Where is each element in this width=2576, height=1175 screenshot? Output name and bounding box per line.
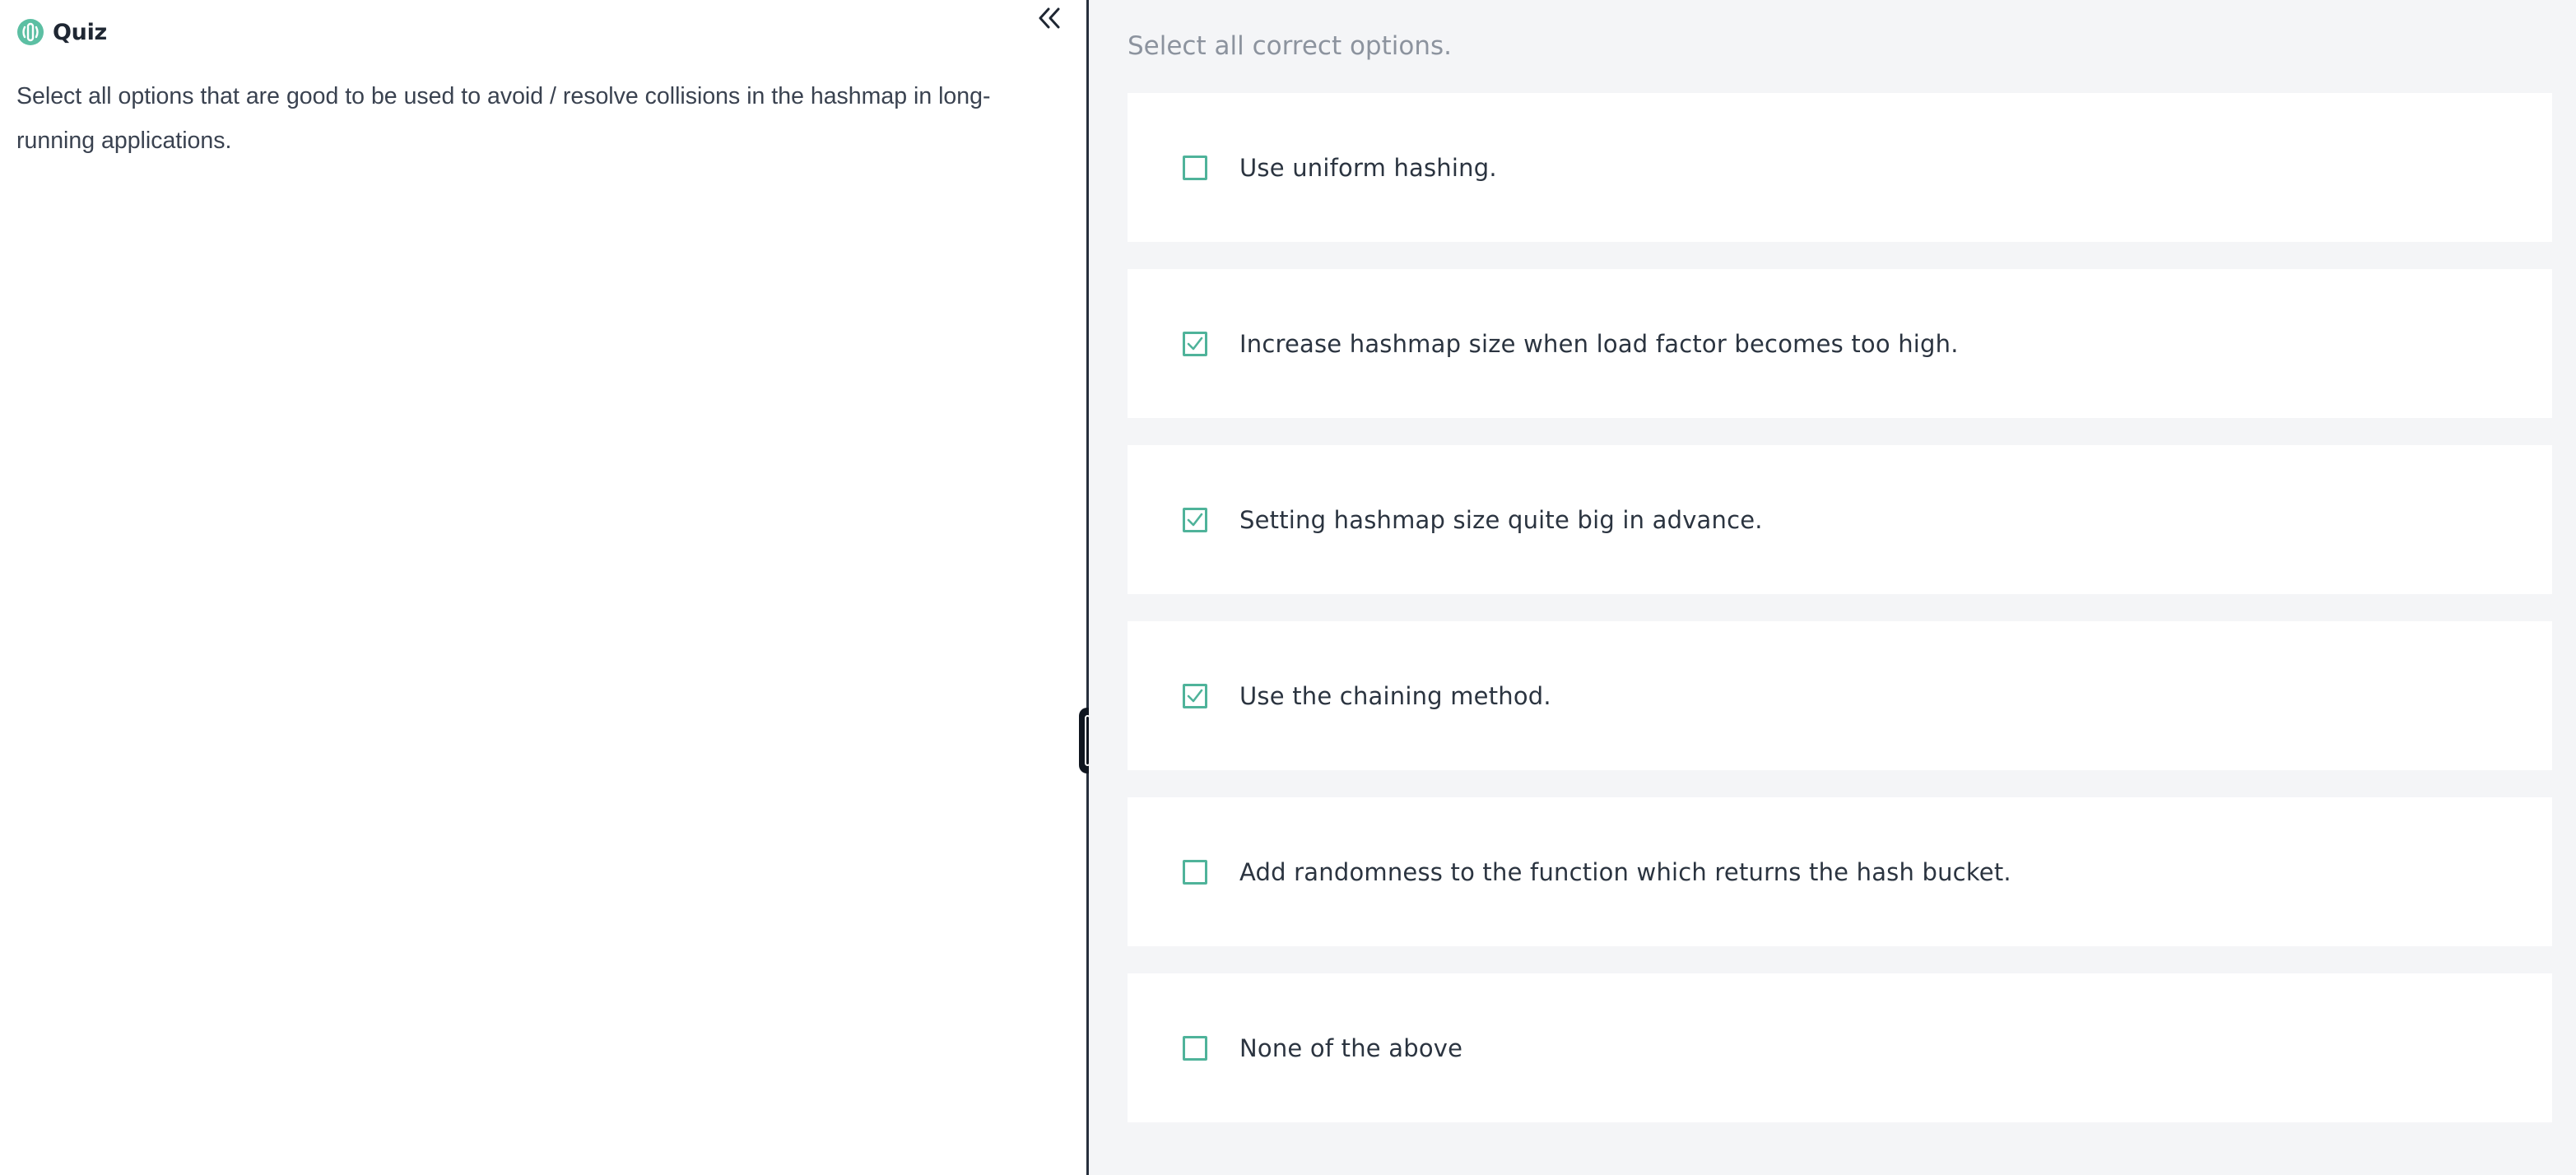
instruction-text: Select all correct options. <box>1128 31 1452 61</box>
option-label: Use uniform hashing. <box>1239 153 1497 182</box>
option-checkbox[interactable] <box>1183 331 1207 356</box>
quiz-title: Quiz <box>53 19 107 45</box>
option-label: Setting hashmap size quite big in advanc… <box>1239 505 1763 534</box>
option-checkbox[interactable] <box>1183 683 1207 708</box>
option-label: Add randomness to the function which ret… <box>1239 857 2011 886</box>
option-card[interactable]: Setting hashmap size quite big in advanc… <box>1128 445 2552 594</box>
options-panel: Select all correct options. Use uniform … <box>1089 0 2576 1175</box>
option-checkbox[interactable] <box>1183 859 1207 885</box>
checkmark-icon <box>1187 689 1203 702</box>
quiz-app: Quiz Select all options that are good to… <box>0 0 2576 1175</box>
option-card[interactable]: Use the chaining method. <box>1128 621 2552 770</box>
option-checkbox[interactable] <box>1183 507 1207 532</box>
question-panel: Quiz Select all options that are good to… <box>0 0 1088 1175</box>
option-checkbox[interactable] <box>1183 155 1207 180</box>
option-label: Use the chaining method. <box>1239 681 1551 710</box>
options-list: Use uniform hashing. Increase hashmap si… <box>1128 93 2552 1149</box>
checkmark-icon <box>1187 337 1203 350</box>
option-card[interactable]: Add randomness to the function which ret… <box>1128 797 2552 946</box>
option-checkbox[interactable] <box>1183 1035 1207 1061</box>
option-label: None of the above <box>1239 1033 1463 1062</box>
option-card[interactable]: None of the above <box>1128 973 2552 1122</box>
checkmark-icon <box>1187 513 1203 526</box>
double-chevron-left-icon <box>1039 7 1060 29</box>
option-card[interactable]: Use uniform hashing. <box>1128 93 2552 242</box>
option-card[interactable]: Increase hashmap size when load factor b… <box>1128 269 2552 418</box>
option-label: Increase hashmap size when load factor b… <box>1239 329 1959 358</box>
collapse-panel-button[interactable] <box>1030 2 1067 35</box>
quiz-header: Quiz <box>16 18 107 46</box>
question-text: Select all options that are good to be u… <box>16 83 991 154</box>
quiz-icon <box>16 18 44 46</box>
